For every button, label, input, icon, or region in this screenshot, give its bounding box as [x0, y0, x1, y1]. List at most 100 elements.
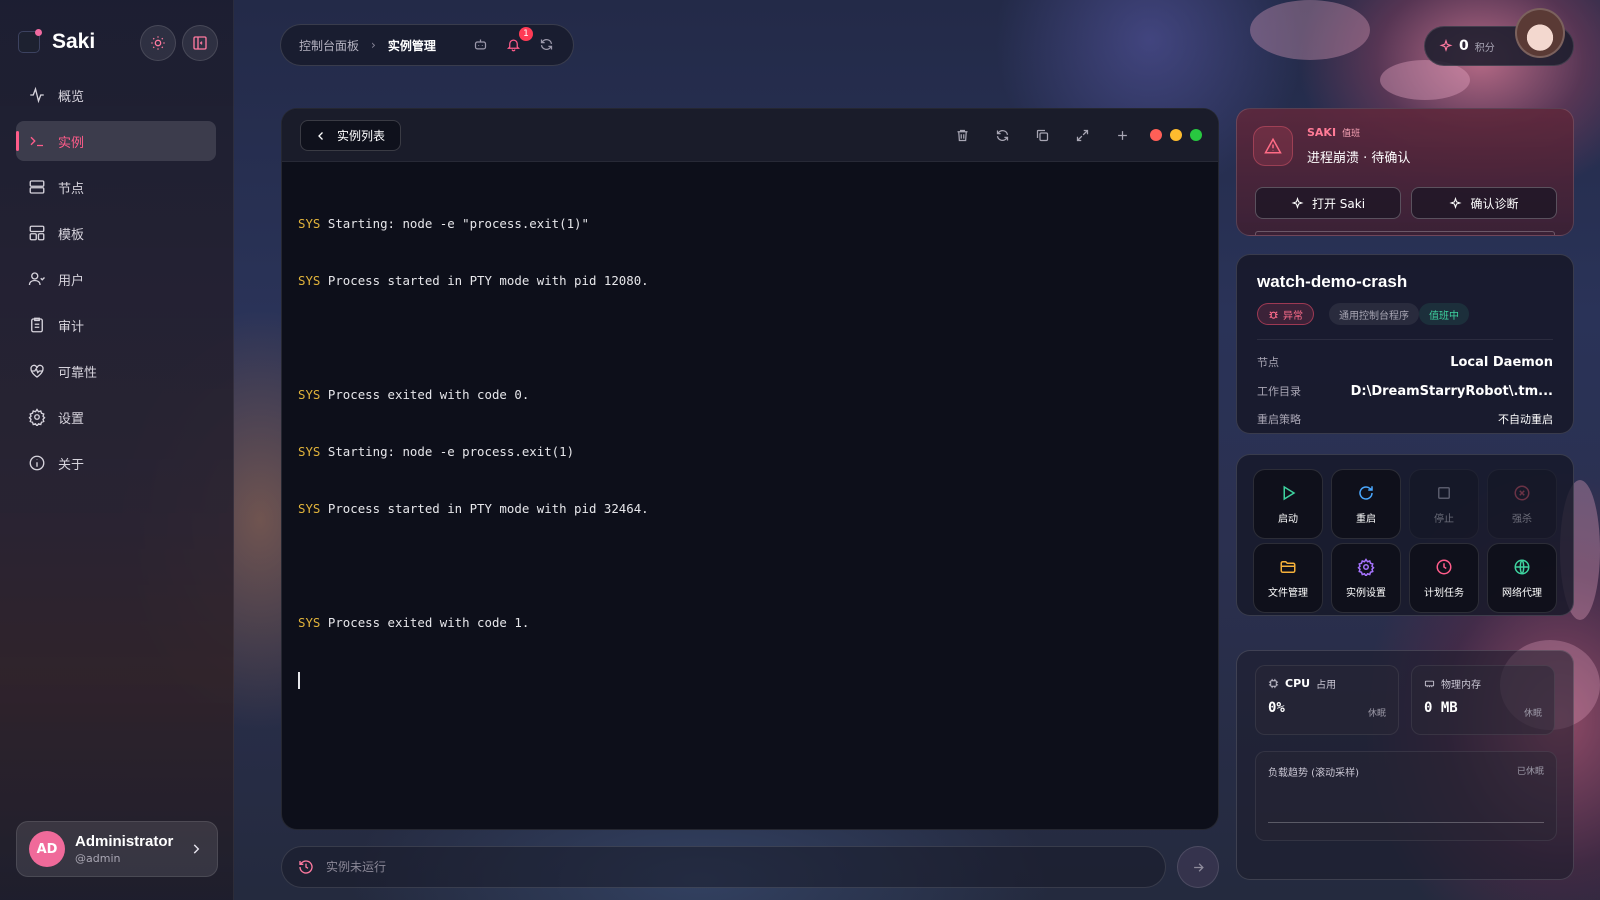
settings-icon: [1357, 557, 1375, 576]
confirm-diagnosis-button[interactable]: 确认诊断: [1411, 187, 1557, 219]
brand[interactable]: Saki: [18, 29, 96, 54]
sidebar-item-label: 概览: [58, 89, 85, 105]
send-command-button[interactable]: [1177, 846, 1219, 888]
copy-button[interactable]: [1027, 120, 1057, 150]
users-icon: [28, 272, 45, 286]
terminal-cursor: [298, 672, 300, 689]
terminal-output[interactable]: SYS Starting: node -e "process.exit(1)" …: [282, 162, 1218, 741]
user-name: Administrator: [75, 833, 174, 850]
memory-value: 0 MB: [1424, 700, 1458, 716]
alert-title: 进程崩溃 · 待确认: [1307, 151, 1411, 166]
back-to-list-button[interactable]: 实例列表: [300, 120, 402, 151]
start-button[interactable]: 启动: [1253, 469, 1323, 539]
stop-button[interactable]: 停止: [1409, 469, 1479, 539]
watch-badge: 值班中: [1419, 303, 1469, 325]
clipboard-icon: [31, 317, 43, 333]
refresh-button[interactable]: [539, 37, 554, 55]
cpu-value: 0%: [1268, 700, 1285, 716]
terminal-line: SYS Process exited with code 0.: [298, 387, 530, 402]
clear-button[interactable]: [947, 120, 977, 150]
terminal-line: SYS Process exited with code 1.: [298, 615, 530, 630]
network-proxy-button[interactable]: 网络代理: [1487, 543, 1557, 613]
refresh-icon: [996, 129, 1008, 141]
notifications-button[interactable]: [506, 37, 521, 55]
restart-button[interactable]: 重启: [1331, 469, 1401, 539]
alert-source-sub: 值班: [1342, 129, 1361, 139]
top-bar: 控制台面板 › 实例管理 1: [280, 24, 574, 66]
terminal-panel: 实例列表 SYS Starting: node -e "process.exit…: [281, 108, 1219, 830]
heart-pulse-icon: [30, 364, 44, 378]
history-icon[interactable]: [298, 859, 314, 875]
force-kill-button[interactable]: 强杀: [1487, 469, 1557, 539]
window-dot-red: [1150, 129, 1162, 141]
window-dot-green: [1190, 129, 1202, 141]
sidebar-item-nodes[interactable]: 节点: [16, 167, 216, 207]
terminal-line: SYS Starting: node -e process.exit(1): [298, 444, 575, 459]
expand-icon: [1076, 129, 1088, 141]
command-input[interactable]: [326, 860, 1026, 874]
reconnect-button[interactable]: [987, 120, 1017, 150]
terminal-header: 实例列表: [282, 109, 1218, 162]
instance-name: watch-demo-crash: [1257, 272, 1408, 291]
breadcrumb-dashboard[interactable]: 控制台面板: [299, 37, 359, 54]
trend-label: 负载趋势 (滚动采样): [1268, 768, 1359, 779]
kill-icon: [1514, 485, 1530, 500]
collapse-sidebar-button[interactable]: [182, 25, 218, 61]
gear-icon: [28, 408, 46, 426]
actions-panel: 启动 重启 停止 强杀 文件管理 实例设置 计划任务 网络代理: [1236, 454, 1574, 616]
sidebar-item-audit[interactable]: 审计: [16, 305, 216, 345]
instance-settings-button[interactable]: 实例设置: [1331, 543, 1401, 613]
command-bar: [281, 846, 1166, 888]
avatar: AD: [29, 831, 65, 867]
sidebar-nav: 概览 实例 节点 模板 用户 审计 可靠性 设置 关于: [16, 75, 216, 489]
sidebar-item-overview[interactable]: 概览: [16, 75, 216, 115]
bug-icon: [1269, 310, 1278, 319]
terminal-line: SYS Process started in PTY mode with pid…: [298, 501, 649, 516]
sidebar-item-label: 可靠性: [58, 365, 98, 381]
sidebar-item-instances[interactable]: 实例: [16, 121, 216, 161]
user-card[interactable]: AD Administrator @admin: [16, 821, 218, 877]
fullscreen-button[interactable]: [1067, 120, 1097, 150]
sidebar-item-reliability[interactable]: 可靠性: [16, 351, 216, 391]
open-saki-button[interactable]: 打开 Saki: [1255, 187, 1401, 219]
new-tab-button[interactable]: [1107, 120, 1137, 150]
alert-source: SAKI 值班: [1307, 126, 1361, 139]
info-icon: [29, 455, 45, 471]
memory-icon: [1424, 680, 1435, 688]
sidebar-item-users[interactable]: 用户: [16, 259, 216, 299]
trend-state: 已休眠: [1516, 767, 1544, 777]
load-trend-card: 负载趋势 (滚动采样) 已休眠: [1255, 751, 1557, 841]
chevron-left-icon: [318, 131, 323, 140]
scheduled-tasks-button[interactable]: 计划任务: [1409, 543, 1479, 613]
arrow-right-icon: [1193, 862, 1204, 872]
sidebar-panel-icon: [193, 36, 207, 50]
field-node: 节点 Local Daemon: [1257, 354, 1553, 370]
points-value: 0: [1459, 38, 1469, 54]
resource-stats-panel: CPU 占用 0% 休眠 物理内存 0 MB 休眠 负载趋势 (滚动采样) 已休眠: [1236, 650, 1574, 880]
mascot-avatar[interactable]: [1515, 8, 1565, 58]
window-dot-yellow: [1170, 129, 1182, 141]
sidebar-item-label: 设置: [58, 411, 85, 427]
theme-toggle-button[interactable]: [140, 25, 176, 61]
clock-icon: [1436, 559, 1452, 574]
bot-button[interactable]: [473, 37, 488, 55]
sidebar-item-settings[interactable]: 设置: [16, 397, 216, 437]
plus-icon: [1117, 130, 1127, 140]
divider: [1257, 339, 1553, 340]
sidebar-item-label: 模板: [58, 227, 85, 243]
sidebar-item-templates[interactable]: 模板: [16, 213, 216, 253]
points-unit: 积分: [1474, 42, 1495, 54]
server-icon: [29, 180, 45, 194]
terminal-line: SYS Starting: node -e "process.exit(1)": [298, 216, 589, 231]
sidebar-item-about[interactable]: 关于: [16, 443, 216, 483]
app-name: Saki: [52, 30, 96, 53]
memory-stat-card: 物理内存 0 MB 休眠: [1411, 665, 1555, 735]
app-logo-icon: [18, 29, 42, 53]
refresh-icon: [540, 39, 553, 50]
sidebar-item-label: 用户: [58, 273, 85, 289]
trash-icon: [957, 129, 967, 141]
warning-icon: [1253, 126, 1293, 166]
sidebar-item-label: 关于: [58, 457, 85, 473]
file-manager-button[interactable]: 文件管理: [1253, 543, 1323, 613]
